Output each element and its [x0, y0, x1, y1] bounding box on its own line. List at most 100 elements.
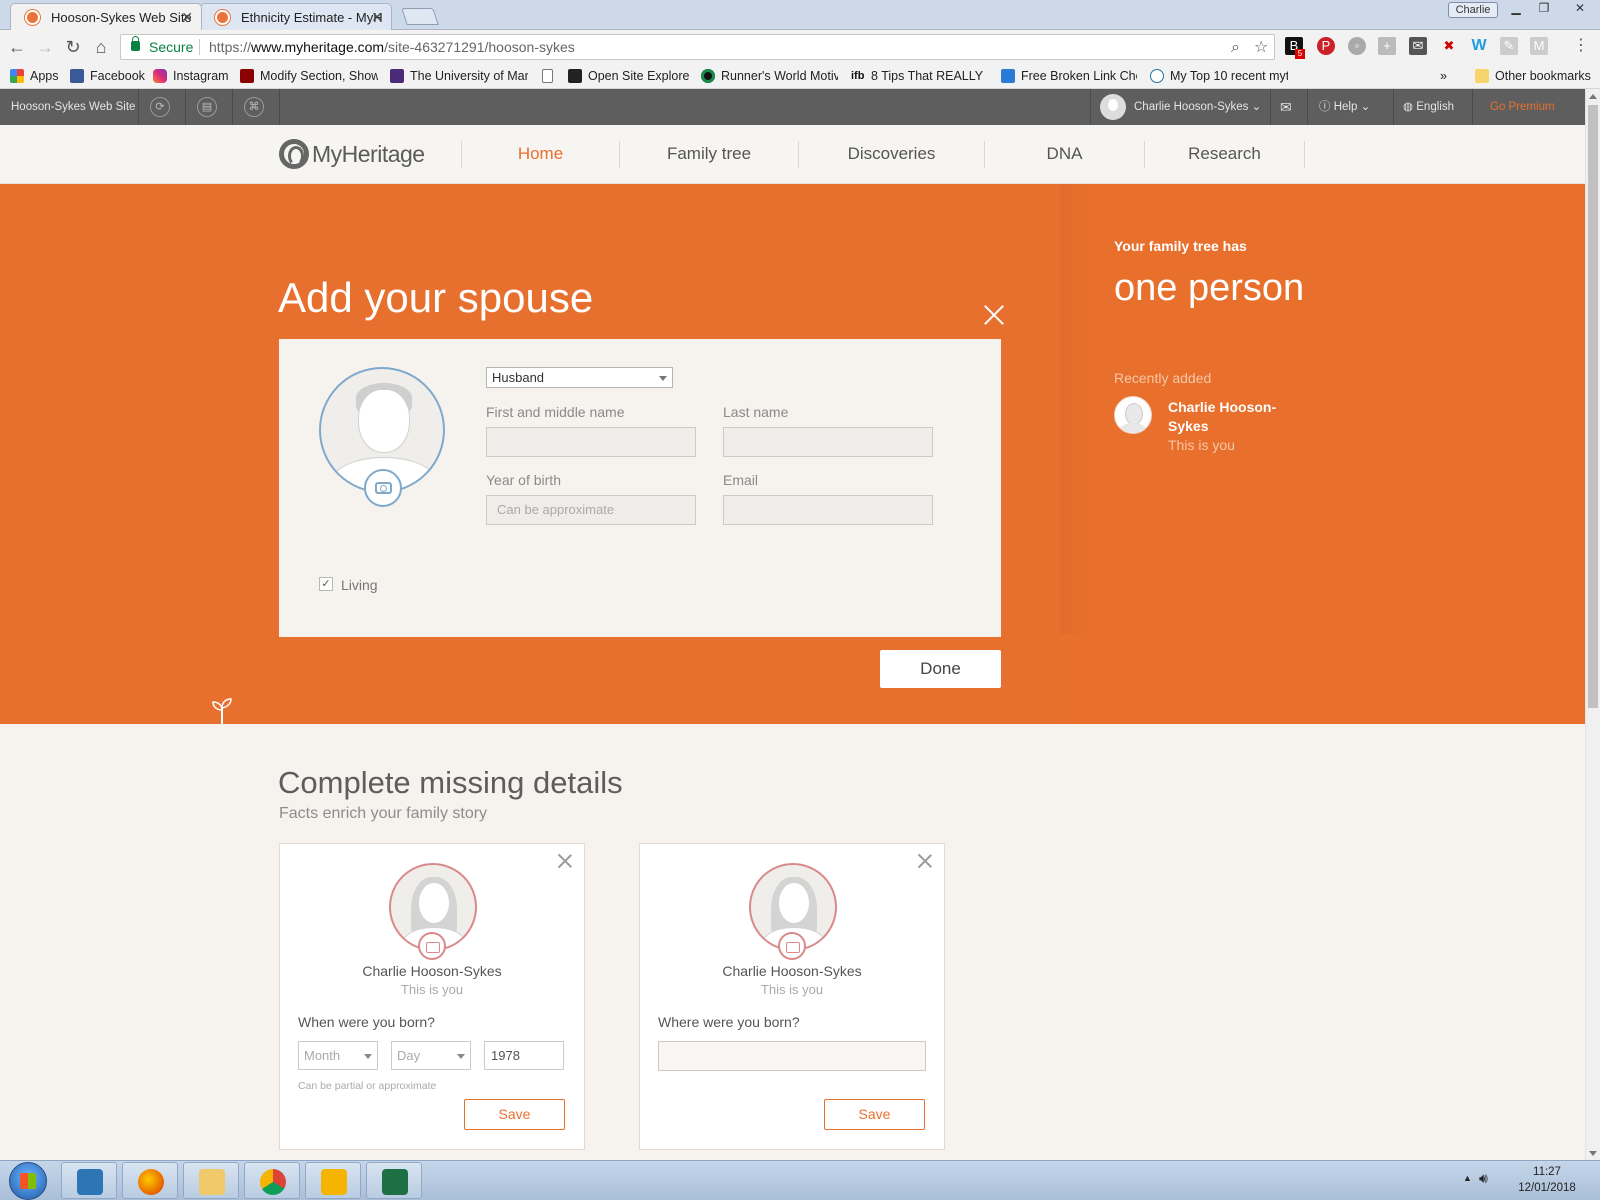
browser-tab-strip: Hooson-Sykes Web Site ✕ Ethnicity Estima…	[0, 0, 1600, 30]
extension-x-icon[interactable]: ✖	[1440, 37, 1458, 55]
first-name-input[interactable]	[486, 427, 696, 457]
back-icon[interactable]: ←	[6, 36, 28, 58]
close-icon[interactable]	[558, 854, 572, 868]
start-button[interactable]	[5, 1162, 53, 1200]
window-close-icon[interactable]: ✕	[1566, 0, 1594, 18]
bookmark-apps[interactable]: Apps	[10, 67, 65, 85]
birth-year-input[interactable]: 1978	[484, 1041, 564, 1070]
save-button[interactable]: Save	[464, 1099, 565, 1130]
site-name-link[interactable]: Hooson-Sykes Web Site	[11, 89, 135, 125]
language-label: English	[1416, 101, 1454, 113]
volume-icon[interactable]: 🔊︎	[1479, 1170, 1488, 1187]
scrollbar-thumb[interactable]	[1588, 105, 1598, 708]
new-tab-button[interactable]	[401, 8, 439, 25]
bookmark-runners-world[interactable]: Runner's World Motiv	[701, 67, 838, 85]
last-name-input[interactable]	[723, 427, 933, 457]
taskbar-chrome[interactable]	[244, 1162, 300, 1199]
relation-select[interactable]: Husband	[486, 367, 673, 388]
bookmark-broken-link[interactable]: Free Broken Link Chec	[1001, 67, 1137, 85]
extension-pdf-icon[interactable]: ✎	[1500, 37, 1518, 55]
divider	[1270, 89, 1271, 125]
scroll-down-icon[interactable]	[1589, 1151, 1597, 1156]
person-name: Charlie Hooson-Sykes	[362, 963, 502, 979]
book-icon[interactable]: ▤	[197, 97, 217, 117]
month-select[interactable]: Month	[298, 1041, 378, 1070]
main-navigation: MyHeritage Home Family tree Discoveries …	[0, 125, 1585, 184]
tab-close-icon[interactable]: ✕	[181, 4, 193, 30]
bookmark-label: Free Broken Link Chec	[1021, 69, 1137, 83]
tree-icon[interactable]: ⌘	[244, 97, 264, 117]
bookmark-university[interactable]: The University of Man	[390, 67, 528, 85]
taskbar-explorer[interactable]	[183, 1162, 239, 1199]
tab-hooson-sykes[interactable]: Hooson-Sykes Web Site ✕	[10, 3, 202, 30]
sync-icon[interactable]: ⟳	[150, 97, 170, 117]
nav-research[interactable]: Research	[1145, 125, 1304, 183]
close-icon[interactable]	[983, 304, 1005, 326]
extension-grey-icon[interactable]: ◦	[1348, 37, 1366, 55]
taskbar-outlook[interactable]	[305, 1162, 361, 1199]
user-menu[interactable]: Charlie Hooson-Sykes ⌄	[1100, 89, 1261, 125]
chrome-menu-icon[interactable]: ⋮	[1572, 37, 1590, 55]
day-select[interactable]: Day	[391, 1041, 471, 1070]
restore-icon[interactable]: ❐	[1530, 0, 1558, 18]
taskbar-lync[interactable]	[61, 1162, 117, 1199]
save-button[interactable]: Save	[824, 1099, 925, 1130]
nav-home[interactable]: Home	[462, 125, 619, 183]
bookmark-my-top-10[interactable]: My Top 10 recent myt	[1150, 67, 1288, 85]
chevron-down-icon: ⌄	[1251, 101, 1262, 113]
recent-person-avatar[interactable]	[1114, 396, 1152, 434]
bookmark-modify-section[interactable]: Modify Section, Show	[240, 67, 378, 85]
recent-person-name[interactable]: Charlie Hooson-Sykes	[1168, 398, 1288, 436]
page-scrollbar[interactable]	[1585, 89, 1600, 1160]
year-of-birth-label: Year of birth	[486, 472, 561, 488]
nav-family-tree[interactable]: Family tree	[620, 125, 798, 183]
taskbar-firefox[interactable]	[122, 1162, 178, 1199]
tab-close-icon[interactable]: ✕	[371, 4, 383, 30]
clock[interactable]: 11:27 12/01/2018	[1505, 1164, 1589, 1196]
zoom-icon[interactable]: ⌕	[1231, 36, 1240, 60]
home-icon[interactable]: ⌂	[90, 36, 112, 58]
bookmark-instagram[interactable]: Instagram	[153, 67, 233, 85]
done-button[interactable]: Done	[880, 650, 1001, 688]
bookmarks-overflow-icon[interactable]: »	[1440, 67, 1460, 85]
year-of-birth-input[interactable]: Can be approximate	[486, 495, 696, 525]
minimize-icon[interactable]: ▁	[1502, 0, 1530, 18]
pinterest-icon[interactable]: P	[1317, 37, 1335, 55]
bookmark-other[interactable]: Other bookmarks	[1475, 67, 1595, 85]
nav-discoveries[interactable]: Discoveries	[799, 125, 984, 183]
help-menu[interactable]: ⓘ Help ⌄	[1319, 89, 1370, 125]
address-bar[interactable]: Secure https://www.myheritage.com/site-4…	[120, 34, 1275, 60]
living-checkbox[interactable]: ✓	[319, 577, 333, 591]
tab-title: Hooson-Sykes Web Site	[51, 10, 192, 25]
nav-dna[interactable]: DNA	[985, 125, 1144, 183]
recently-added-label: Recently added	[1114, 370, 1212, 386]
forward-icon[interactable]: →	[34, 36, 56, 58]
bookmark-open-site-explorer[interactable]: Open Site Explorer	[568, 67, 690, 85]
tab-ethnicity-estimate[interactable]: Ethnicity Estimate - MyH ✕	[200, 3, 392, 30]
camera-icon[interactable]	[418, 932, 446, 960]
bookmark-facebook[interactable]: Facebook	[70, 67, 146, 85]
go-premium-link[interactable]: Go Premium	[1490, 89, 1555, 125]
profile-button[interactable]: Charlie	[1448, 2, 1498, 18]
bookmark-8-tips[interactable]: ifb 8 Tips That REALLY Bu	[851, 67, 985, 85]
extension-plus-icon[interactable]: +	[1378, 37, 1396, 55]
bookmark-label: 8 Tips That REALLY Bu	[871, 69, 985, 83]
taskbar-excel[interactable]	[366, 1162, 422, 1199]
tray-expand-icon[interactable]: ▲	[1463, 1173, 1472, 1183]
email-input[interactable]	[723, 495, 933, 525]
birth-place-input[interactable]	[658, 1041, 926, 1071]
reload-icon[interactable]: ↻	[62, 36, 84, 58]
bookmark-page[interactable]	[542, 67, 562, 85]
bookmark-label: Runner's World Motiv	[721, 69, 838, 83]
camera-icon[interactable]	[364, 469, 402, 507]
myheritage-logo[interactable]: MyHeritage	[279, 138, 425, 169]
extension-m-icon[interactable]: M	[1530, 37, 1548, 55]
language-menu[interactable]: ◍ English	[1403, 89, 1454, 125]
wappalyzer-icon[interactable]: W	[1470, 37, 1488, 55]
mail-extension-icon[interactable]: ✉	[1409, 37, 1427, 55]
close-icon[interactable]	[918, 854, 932, 868]
inbox-icon[interactable]: ✉	[1280, 89, 1292, 125]
camera-icon[interactable]	[778, 932, 806, 960]
scroll-up-icon[interactable]	[1589, 94, 1597, 99]
bookmark-star-icon[interactable]: ☆	[1254, 36, 1268, 60]
